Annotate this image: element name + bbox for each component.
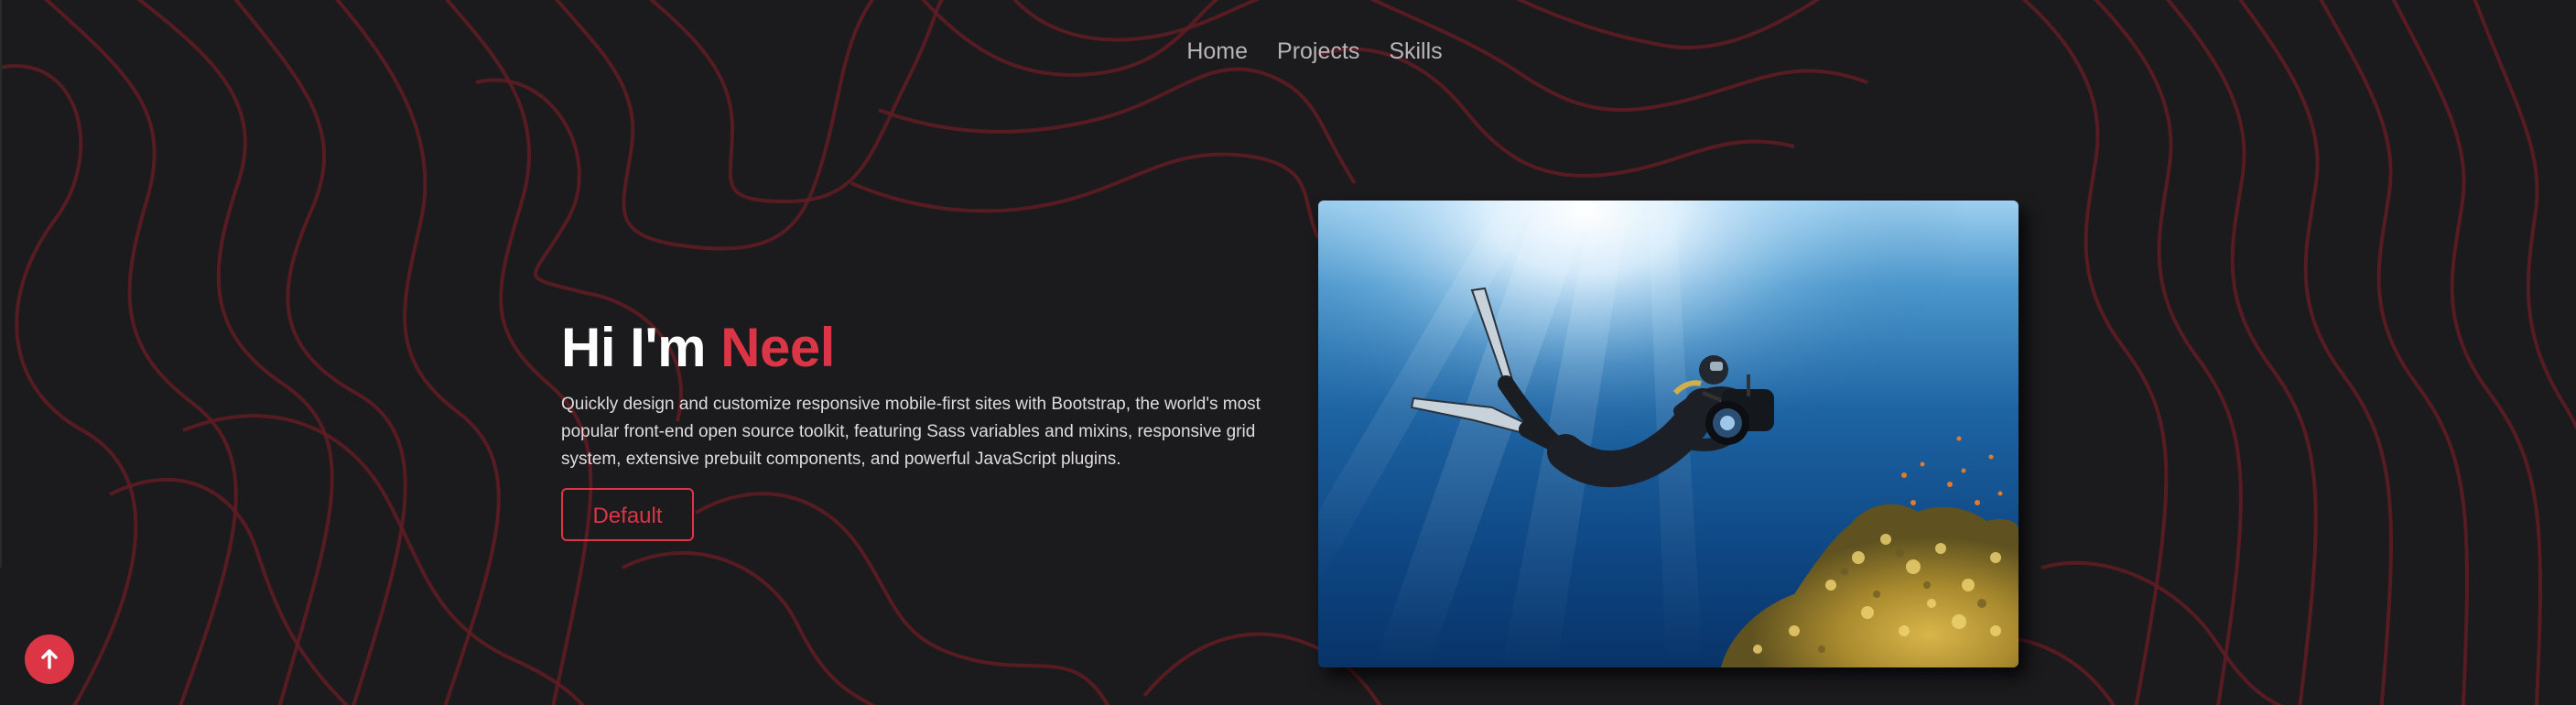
arrow-up-icon (41, 649, 58, 669)
hero-text: Hi I'm Neel Quickly design and customize… (561, 316, 1275, 541)
hero-description: Quickly design and customize responsive … (561, 395, 1261, 469)
scroll-to-top-button[interactable] (25, 634, 74, 684)
page: Home Projects Skills Hi I'm Neel Quickly… (0, 0, 2576, 705)
top-navigation: Home Projects Skills (0, 38, 2576, 65)
hero-title-prefix: Hi I'm (561, 317, 706, 378)
nav-item-home[interactable]: Home (1186, 38, 1248, 65)
hero-image (1318, 201, 2019, 667)
left-edge-divider (0, 0, 2, 568)
underwater-diver-image (1318, 201, 2019, 667)
default-button[interactable]: Default (561, 488, 694, 541)
topographic-background (0, 0, 2576, 705)
nav-item-skills[interactable]: Skills (1389, 38, 1442, 65)
nav-item-projects[interactable]: Projects (1277, 38, 1359, 65)
hero-title: Hi I'm Neel (561, 316, 1275, 380)
hero-title-name: Neel (720, 317, 835, 378)
